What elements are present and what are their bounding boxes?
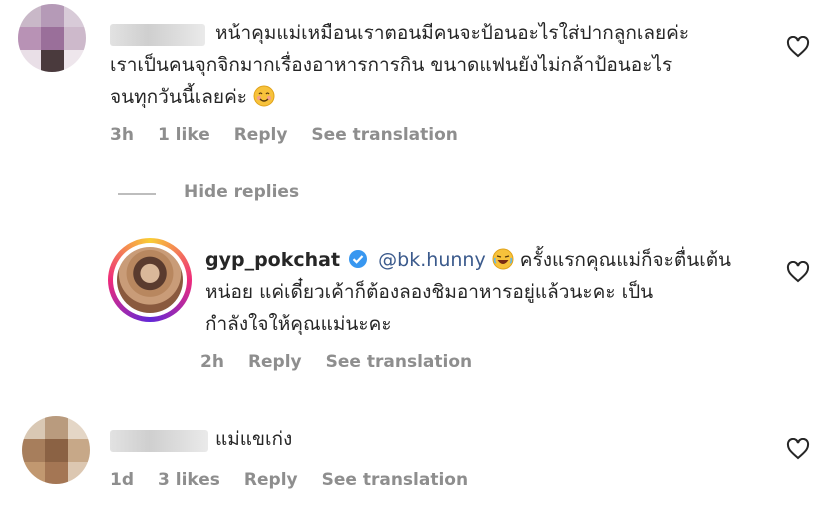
reply-text-line: หน่อย แค่เดี๋ยวเค้าก็ต้องลองชิมอาหารอยู่… (205, 281, 654, 303)
see-translation-link[interactable]: See translation (322, 470, 468, 490)
comment-text: เราเป็นคนจุกจิกมากเรื่องอาหารการกิน ขนาด… (110, 50, 672, 81)
comment-text-line: เราเป็นคนจุกจิกมากเรื่องอาหารการกิน ขนาด… (110, 54, 673, 76)
mention-link[interactable]: @bk.hunny (378, 249, 486, 271)
verified-badge-icon (349, 250, 368, 268)
reply-text-line: กำลังใจให้คุณแม่นะคะ (205, 313, 392, 335)
comment-likes[interactable]: 1 like (158, 125, 210, 145)
laughing-emoji-icon (492, 248, 514, 270)
hide-replies-button[interactable]: Hide replies (184, 182, 299, 202)
comment-meta: 3h 1 like Reply See translation (110, 125, 482, 145)
like-heart-icon[interactable] (786, 36, 810, 58)
comment-text-line: แม่แขเก่ง (215, 428, 293, 450)
reply-username[interactable]: gyp_pokchat (205, 249, 340, 271)
reply-button[interactable]: Reply (244, 470, 298, 490)
reply-time: 2h (200, 352, 224, 372)
reply-avatar[interactable] (108, 238, 192, 322)
like-heart-icon[interactable] (786, 438, 810, 460)
comment-text: จนทุกวันนี้เลยค่ะ (110, 82, 275, 113)
comment-text: แม่แขเก่ง (215, 424, 292, 455)
see-translation-link[interactable]: See translation (326, 352, 472, 372)
reply-text-line: ครั้งแรกคุณแม่ก็จะตื่นเต้น (519, 249, 732, 271)
reply-text: กำลังใจให้คุณแม่นะคะ (205, 309, 392, 340)
see-translation-link[interactable]: See translation (311, 125, 457, 145)
commenter-avatar[interactable] (22, 416, 90, 484)
blurred-username (110, 24, 205, 46)
commenter-avatar[interactable] (18, 4, 86, 72)
reply-button[interactable]: Reply (234, 125, 288, 145)
like-heart-icon[interactable] (786, 261, 810, 283)
comment-meta: 1d 3 likes Reply See translation (110, 470, 492, 490)
comment-time: 1d (110, 470, 134, 490)
comment-text: หน้าคุมแม่เหมือนเราตอนมีคนจะป้อนอะไรใส่ป… (215, 18, 689, 49)
reply-meta: 2h Reply See translation (200, 352, 496, 372)
reply-text: หน่อย แค่เดี๋ยวเค้าก็ต้องลองชิมอาหารอยู่… (205, 277, 653, 308)
reply-text: gyp_pokchat @bk.hunny ครั้งแรกคุณแม่ก็จะ… (205, 245, 731, 276)
comment-time: 3h (110, 125, 134, 145)
reply-button[interactable]: Reply (248, 352, 302, 372)
blurred-username (110, 430, 208, 452)
comment-text-line: จนทุกวันนี้เลยค่ะ (110, 86, 247, 108)
comment-likes[interactable]: 3 likes (158, 470, 220, 490)
replies-divider (118, 193, 156, 195)
smiling-face-emoji-icon (253, 85, 275, 107)
comment-text-line: หน้าคุมแม่เหมือนเราตอนมีคนจะป้อนอะไรใส่ป… (215, 22, 690, 44)
